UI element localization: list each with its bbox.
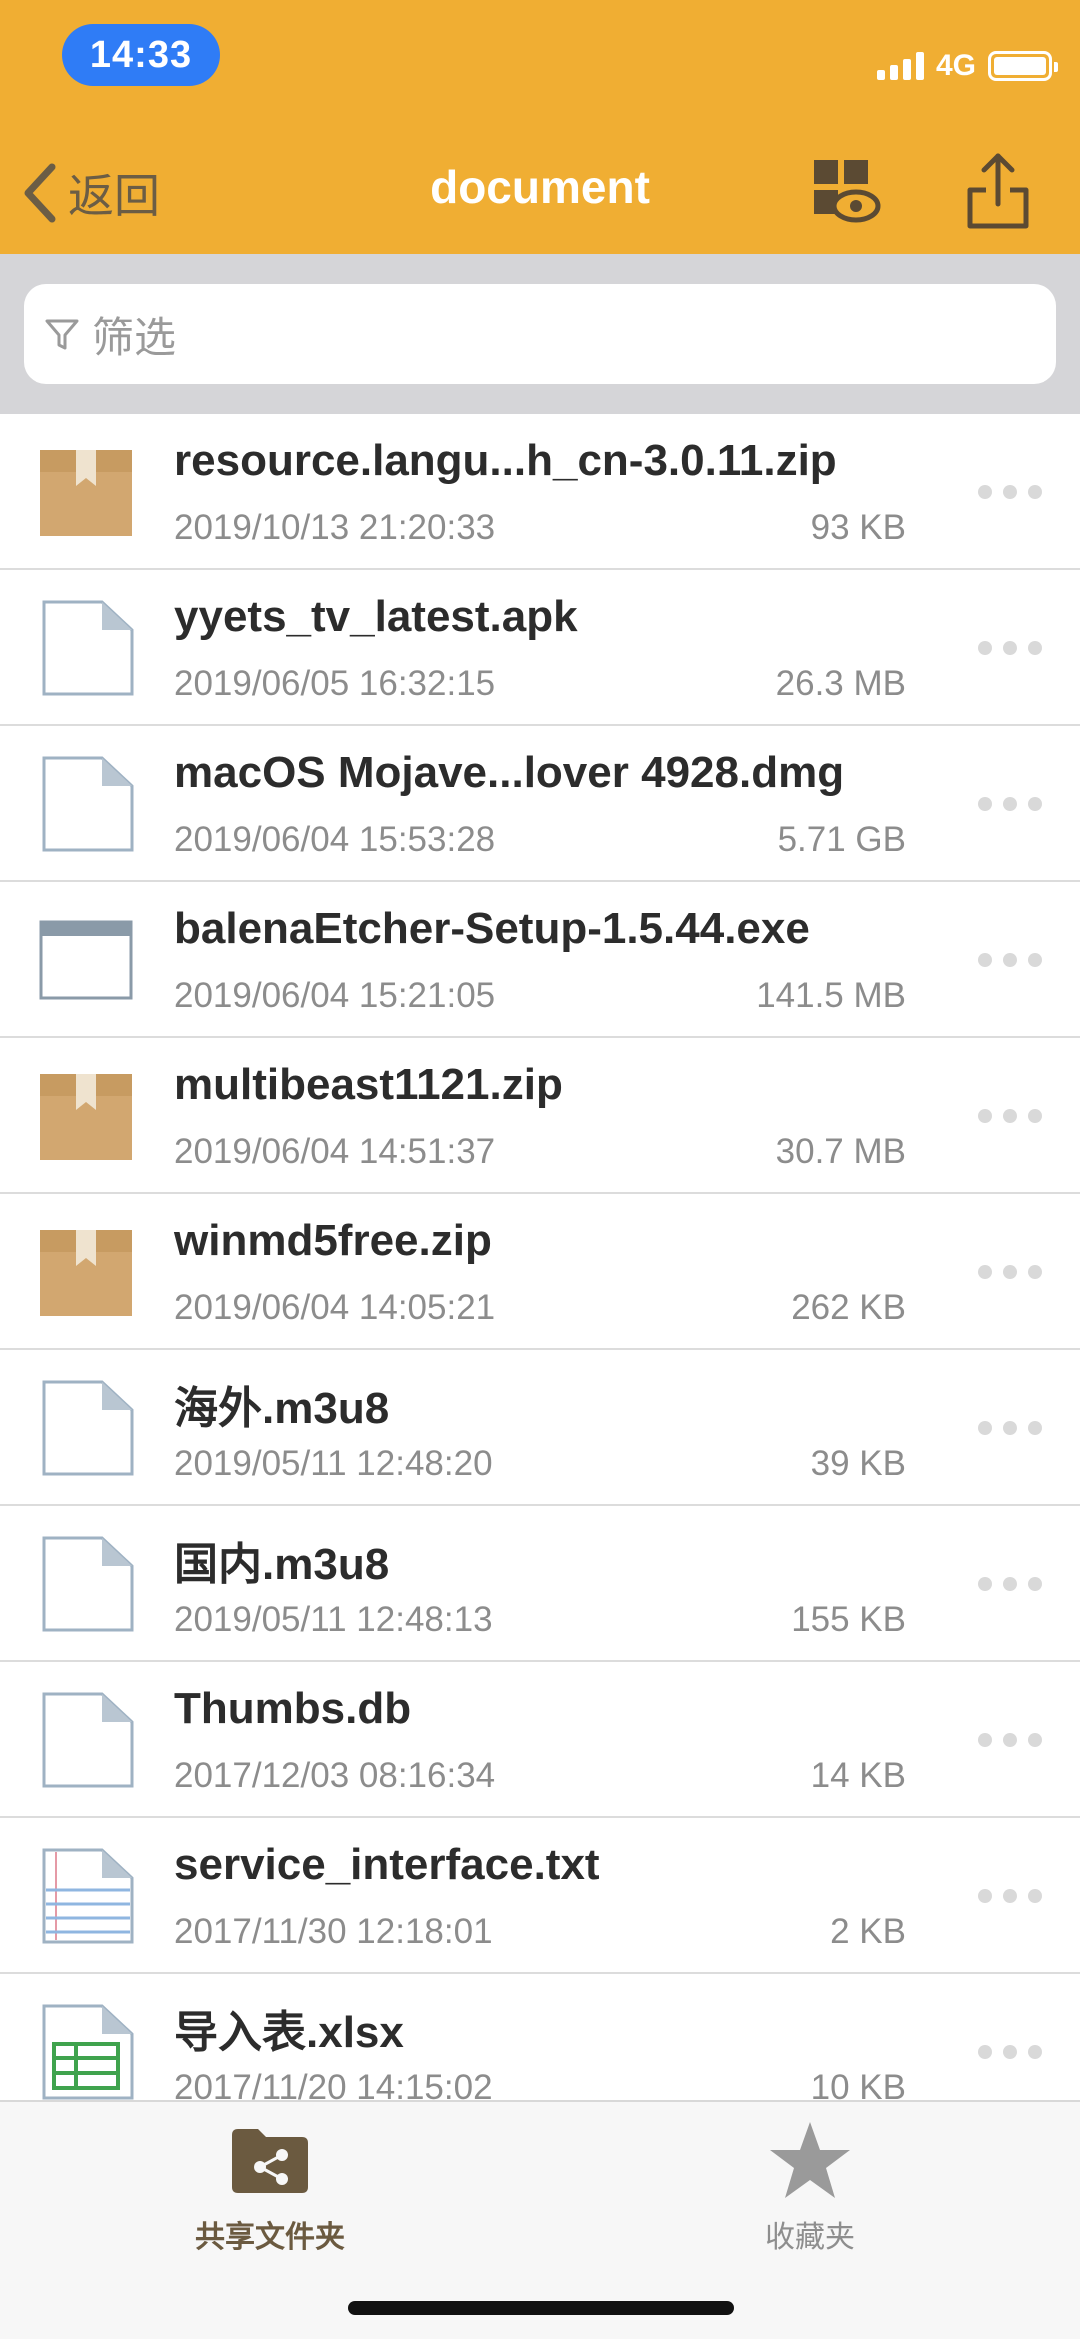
blank-file-icon [38, 1380, 134, 1476]
file-size: 5.71 GB [777, 820, 906, 859]
list-item[interactable]: 国内.m3u8 2019/05/11 12:48:13 155 KB [0, 1506, 1080, 1662]
status-indicators: 4G [876, 46, 1058, 86]
header: 14:33 4G 返回 document [0, 0, 1080, 254]
status-time: 14:33 [62, 24, 220, 86]
more-options-button[interactable] [978, 476, 1042, 508]
tab-label: 共享文件夹 [195, 2221, 345, 2254]
navbar: 返回 document [0, 130, 1080, 254]
file-size: 93 KB [810, 508, 906, 547]
more-options-button[interactable] [978, 944, 1042, 976]
file-size: 39 KB [810, 1444, 906, 1483]
file-name: macOS Mojave...lover 4928.dmg [174, 748, 845, 797]
page-title: document [430, 161, 650, 213]
filter-area: 筛选 [0, 254, 1080, 414]
file-size: 14 KB [810, 1756, 906, 1795]
home-indicator [348, 2301, 734, 2315]
archive-box-icon [38, 1068, 134, 1164]
file-date: 2019/10/13 21:20:33 [174, 508, 496, 547]
status-bar: 14:33 4G [0, 0, 1080, 110]
file-name: Thumbs.db [174, 1684, 412, 1733]
signal-icon [876, 52, 924, 80]
tab-favorites[interactable]: 收藏夹 [710, 2118, 910, 2268]
file-size: 141.5 MB [756, 976, 906, 1015]
file-date: 2019/05/11 12:48:20 [174, 1444, 493, 1483]
tab-label: 收藏夹 [765, 2221, 855, 2254]
share-icon [967, 153, 1029, 229]
archive-box-icon [38, 1224, 134, 1320]
more-options-button[interactable] [978, 2036, 1042, 2068]
file-date: 2017/11/30 12:18:01 [174, 1912, 493, 1951]
blank-file-icon [38, 600, 134, 696]
list-item[interactable]: resource.langu...h_cn-3.0.11.zip 2019/10… [0, 414, 1080, 570]
more-options-button[interactable] [978, 632, 1042, 664]
file-name: winmd5free.zip [174, 1216, 492, 1265]
file-size: 10 KB [810, 2068, 906, 2100]
file-size: 155 KB [791, 1600, 906, 1639]
list-item[interactable]: winmd5free.zip 2019/06/04 14:05:21 262 K… [0, 1194, 1080, 1350]
file-date: 2019/06/04 14:51:37 [174, 1132, 496, 1171]
file-name: 国内.m3u8 [174, 1540, 390, 1589]
file-size: 2 KB [830, 1912, 906, 1951]
list-item[interactable]: 导入表.xlsx 2017/11/20 14:15:02 10 KB [0, 1974, 1080, 2100]
view-mode-button[interactable] [810, 156, 882, 226]
file-date: 2017/11/20 14:15:02 [174, 2068, 493, 2100]
list-item[interactable]: multibeast1121.zip 2019/06/04 14:51:37 3… [0, 1038, 1080, 1194]
file-name: yyets_tv_latest.apk [174, 592, 578, 641]
more-options-button[interactable] [978, 1256, 1042, 1288]
file-date: 2019/06/04 14:05:21 [174, 1288, 496, 1327]
file-name: multibeast1121.zip [174, 1060, 563, 1109]
file-name: service_interface.txt [174, 1840, 600, 1889]
grid-eye-icon [814, 160, 881, 223]
list-item[interactable]: macOS Mojave...lover 4928.dmg 2019/06/04… [0, 726, 1080, 882]
more-options-button[interactable] [978, 1880, 1042, 1912]
file-date: 2019/06/04 15:53:28 [174, 820, 496, 859]
file-size: 262 KB [791, 1288, 906, 1327]
file-date: 2019/05/11 12:48:13 [174, 1600, 493, 1639]
file-list: resource.langu...h_cn-3.0.11.zip 2019/10… [0, 414, 1080, 2100]
more-options-button[interactable] [978, 1100, 1042, 1132]
tab-shared-folder[interactable]: 共享文件夹 [170, 2118, 370, 2268]
archive-box-icon [38, 444, 134, 540]
list-item[interactable]: 海外.m3u8 2019/05/11 12:48:20 39 KB [0, 1350, 1080, 1506]
file-date: 2017/12/03 08:16:34 [174, 1756, 496, 1795]
more-options-button[interactable] [978, 1568, 1042, 1600]
filter-input[interactable]: 筛选 [24, 284, 1056, 384]
filter-placeholder: 筛选 [92, 313, 177, 361]
file-date: 2019/06/04 15:21:05 [174, 976, 496, 1015]
share-button[interactable] [966, 150, 1030, 230]
text-file-icon [38, 1848, 134, 1944]
file-size: 26.3 MB [775, 664, 906, 703]
network-type: 4G [935, 49, 976, 82]
file-name: 导入表.xlsx [174, 2008, 404, 2057]
list-item[interactable]: Thumbs.db 2017/12/03 08:16:34 14 KB [0, 1662, 1080, 1818]
more-options-button[interactable] [978, 788, 1042, 820]
more-options-button[interactable] [978, 1412, 1042, 1444]
blank-file-icon [38, 1692, 134, 1788]
window-file-icon [38, 912, 134, 1008]
list-item[interactable]: service_interface.txt 2017/11/30 12:18:0… [0, 1818, 1080, 1974]
star-icon [768, 2118, 852, 2202]
file-name: balenaEtcher-Setup-1.5.44.exe [174, 904, 810, 953]
blank-file-icon [38, 756, 134, 852]
list-item[interactable]: balenaEtcher-Setup-1.5.44.exe 2019/06/04… [0, 882, 1080, 1038]
file-date: 2019/06/05 16:32:15 [174, 664, 496, 703]
shared-folder-icon [228, 2118, 312, 2202]
more-options-button[interactable] [978, 1724, 1042, 1756]
file-name: 海外.m3u8 [174, 1384, 390, 1433]
file-size: 30.7 MB [775, 1132, 906, 1171]
spreadsheet-file-icon [38, 2004, 134, 2100]
list-item[interactable]: yyets_tv_latest.apk 2019/06/05 16:32:15 … [0, 570, 1080, 726]
blank-file-icon [38, 1536, 134, 1632]
battery-icon [988, 51, 1058, 81]
file-name: resource.langu...h_cn-3.0.11.zip [174, 436, 837, 485]
filter-icon [40, 312, 84, 356]
